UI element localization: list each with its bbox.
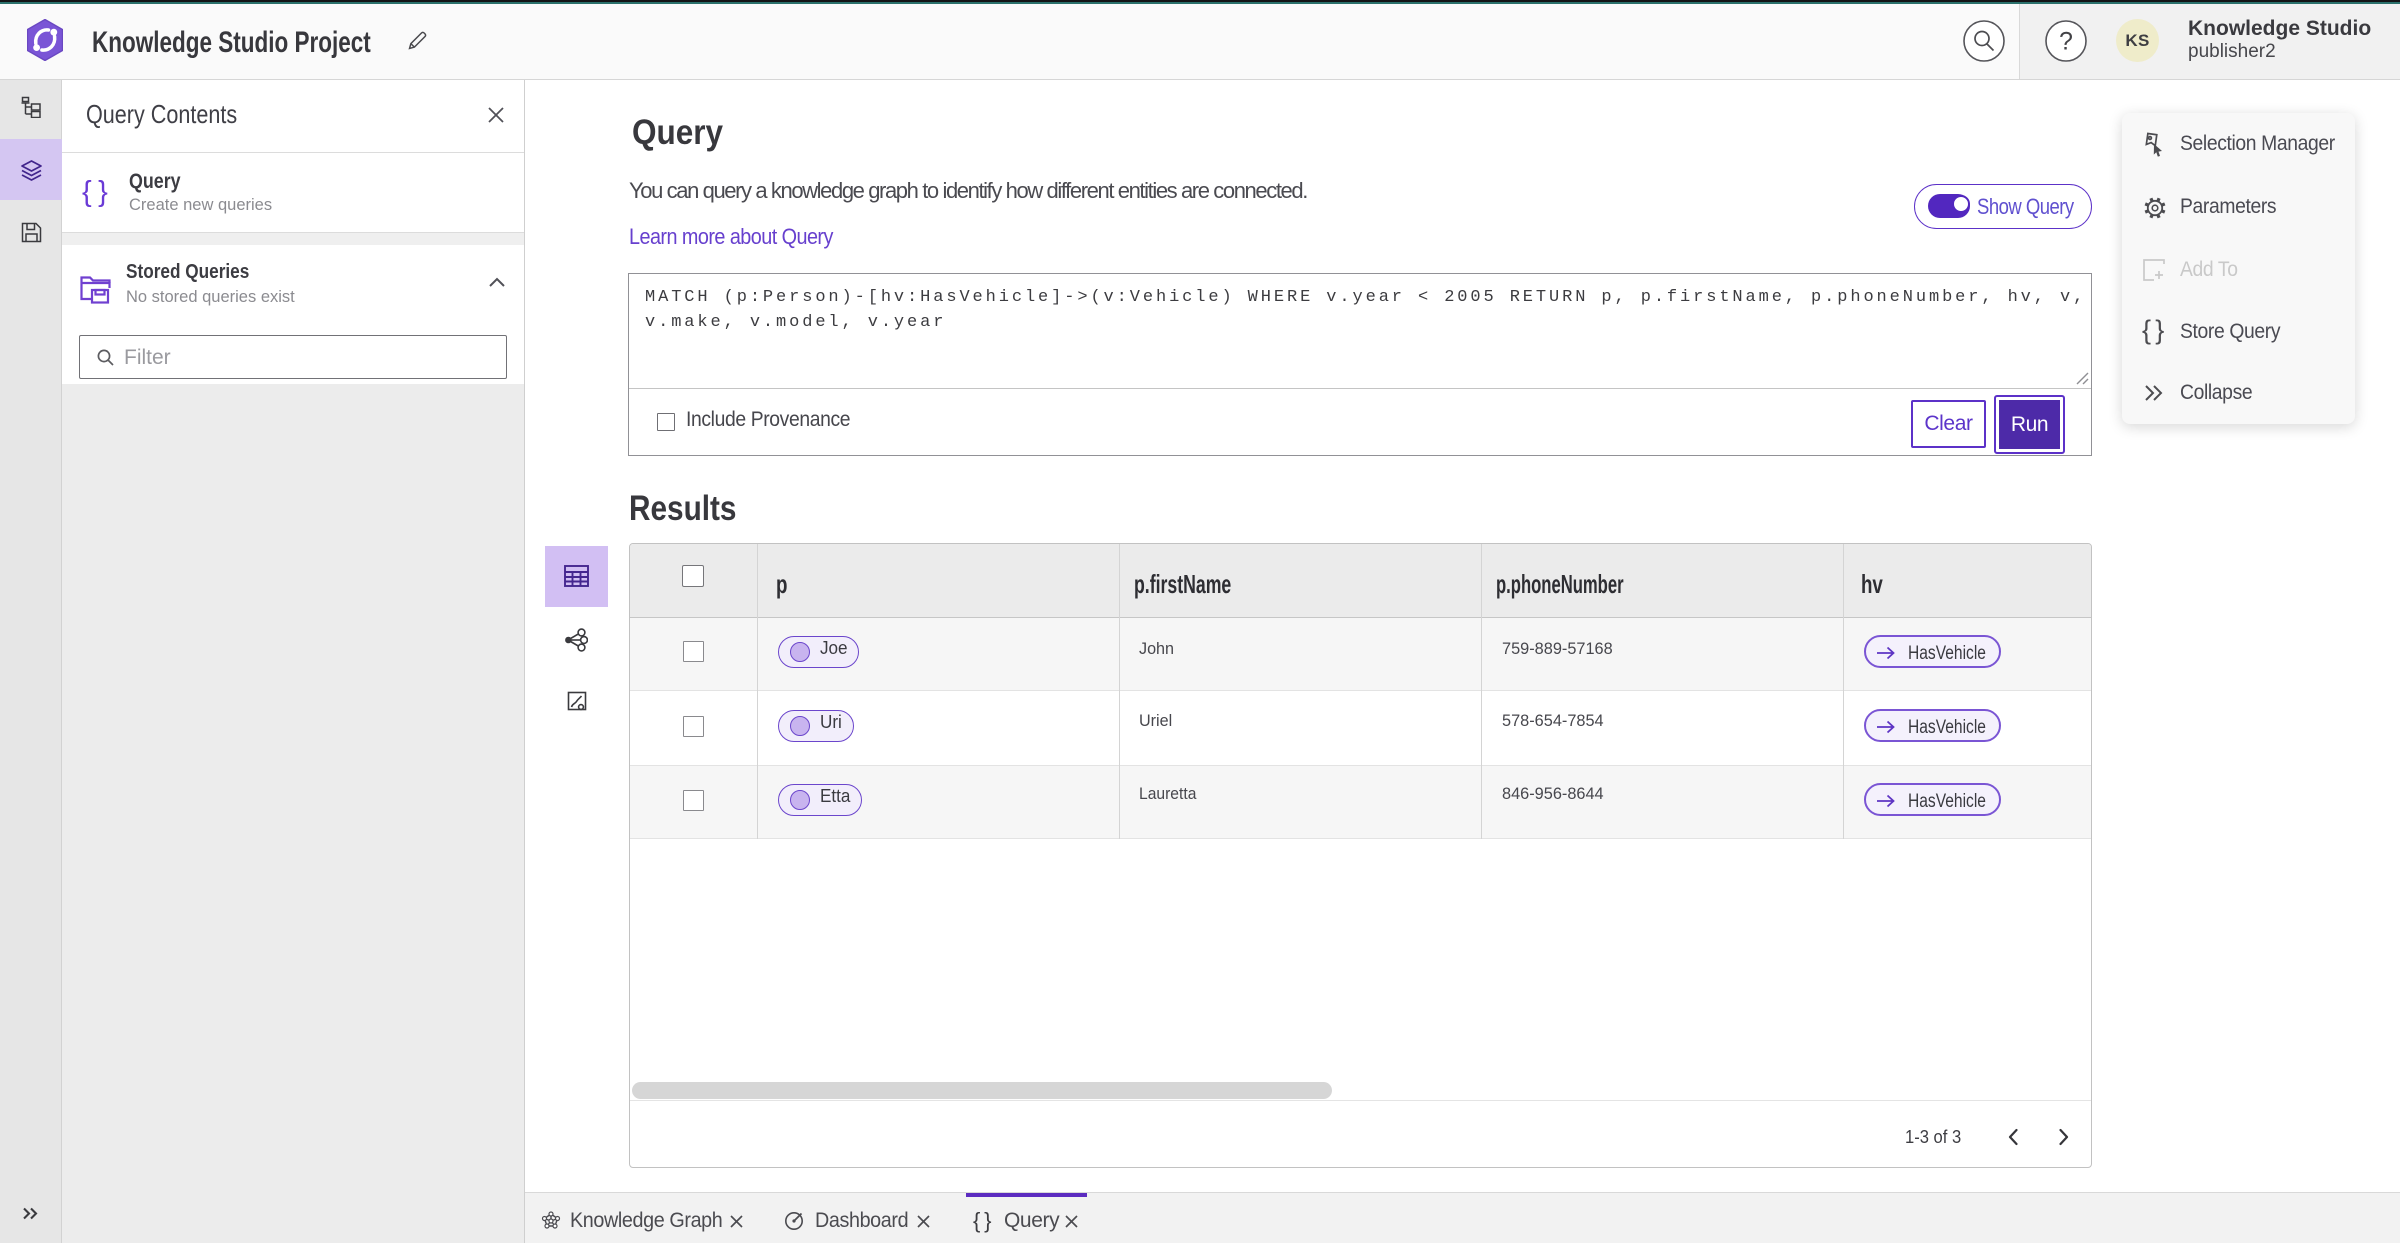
svg-text:?: ?: [2059, 28, 2073, 56]
